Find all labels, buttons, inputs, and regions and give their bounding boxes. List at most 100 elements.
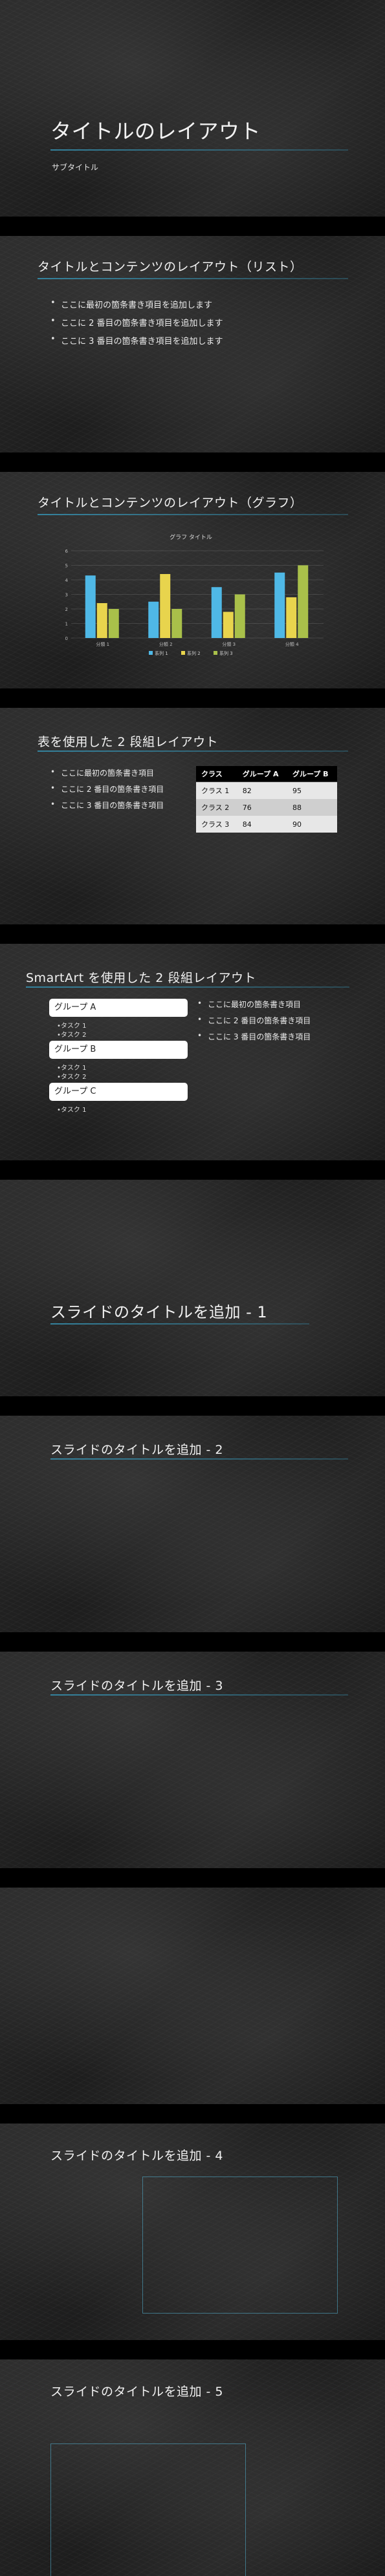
smartart-task: タスク 1 bbox=[57, 1104, 87, 1114]
slide-title: スライドのタイトルを追加 - 1 bbox=[50, 1303, 268, 1321]
bar bbox=[108, 609, 119, 638]
y-tick-label: 5 bbox=[65, 564, 68, 569]
table-cell: 90 bbox=[287, 816, 337, 833]
table-cell: クラス 3 bbox=[196, 816, 237, 833]
chart-title: グラフ タイトル bbox=[170, 533, 212, 541]
table-cell: クラス 1 bbox=[196, 782, 237, 799]
title-underline bbox=[38, 278, 348, 279]
legend-label: 系列 1 bbox=[155, 650, 168, 656]
title-underline bbox=[50, 149, 348, 151]
bar bbox=[223, 612, 234, 638]
bar bbox=[148, 601, 159, 638]
legend-swatch bbox=[181, 651, 185, 655]
smartart-group-a: グループ A bbox=[49, 999, 188, 1017]
slide-1: タイトルのレイアウト サブタイトル bbox=[0, 0, 385, 217]
table-cell: 95 bbox=[287, 782, 337, 799]
table-header: クラス bbox=[196, 766, 237, 782]
bar bbox=[298, 565, 309, 638]
table-row: クラス 1 82 95 bbox=[196, 782, 337, 799]
title-underline bbox=[50, 1458, 348, 1460]
bar bbox=[171, 609, 182, 638]
legend-label: 系列 2 bbox=[187, 650, 201, 656]
bullet-list: ここに最初の箇条書き項目を追加します ここに 2 番目の箇条書き項目を追加します… bbox=[50, 298, 223, 352]
table-cell: 88 bbox=[287, 799, 337, 816]
slide-4: 表を使用した 2 段組レイアウト ここに最初の箇条書き項目 ここに 2 番目の箇… bbox=[0, 708, 385, 924]
slide-2: タイトルとコンテンツのレイアウト（リスト） ここに最初の箇条書き項目を追加します… bbox=[0, 236, 385, 452]
bar bbox=[211, 587, 222, 638]
legend-swatch bbox=[149, 651, 153, 655]
slide-3: タイトルとコンテンツのレイアウト（グラフ） グラフ タイトル 分類 1 分類 2分… bbox=[0, 472, 385, 688]
smartart-task: タスク 2 bbox=[57, 1029, 87, 1039]
slide-title: SmartArt を使用した 2 段組レイアウト bbox=[26, 971, 256, 985]
x-tick-label: 分類 3 bbox=[222, 641, 236, 647]
bar bbox=[96, 603, 107, 638]
title-underline bbox=[26, 986, 349, 988]
table-cell: 84 bbox=[237, 816, 287, 833]
table-row: クラス 3 84 90 bbox=[196, 816, 337, 833]
data-table: クラス グループ A グループ B クラス 1 82 95 クラス 2 76 8… bbox=[196, 766, 337, 833]
slide-title: タイトルとコンテンツのレイアウト（リスト） bbox=[38, 260, 303, 274]
slide-6: スライドのタイトルを追加 - 1 bbox=[0, 1180, 385, 1396]
x-axis-labels: 分類 1 分類 2 分類 3 分類 4 bbox=[96, 641, 299, 647]
bar bbox=[286, 597, 297, 638]
bar bbox=[160, 574, 171, 638]
slide-7: スライドのタイトルを追加 - 2 bbox=[0, 1416, 385, 1632]
list-item: ここに 3 番目の箇条書き項目を追加します bbox=[50, 334, 223, 346]
slide-10: スライドのタイトルを追加 - 4 bbox=[0, 2124, 385, 2340]
table-header: グループ B bbox=[287, 766, 337, 782]
title-underline bbox=[38, 514, 348, 515]
slide-5: SmartArt を使用した 2 段組レイアウト グループ A タスク 1 タス… bbox=[0, 944, 385, 1160]
table-cell: 76 bbox=[237, 799, 287, 816]
list-item: ここに最初の箇条書き項目を追加します bbox=[50, 298, 223, 310]
title-underline bbox=[38, 750, 348, 752]
smartart-group-b: グループ B bbox=[49, 1041, 188, 1059]
y-axis-labels: 0 1 2 3 4 5 6 bbox=[65, 549, 69, 641]
slide-title: スライドのタイトルを追加 - 3 bbox=[50, 1679, 224, 1693]
slide-9 bbox=[0, 1888, 385, 2104]
slide-title: スライドのタイトルを追加 - 4 bbox=[50, 2149, 224, 2163]
y-tick-label: 2 bbox=[65, 607, 68, 612]
list-item: ここに 2 番目の箇条書き項目を追加します bbox=[50, 316, 223, 328]
list-item: ここに最初の箇条書き項目 bbox=[197, 999, 311, 1010]
table-header-row: クラス グループ A グループ B bbox=[196, 766, 337, 782]
list-item: ここに最初の箇条書き項目 bbox=[50, 767, 164, 778]
x-tick-label: 分類 2 bbox=[159, 641, 173, 647]
legend-swatch bbox=[214, 651, 217, 655]
list-item: ここに 2 番目の箇条書き項目 bbox=[50, 783, 164, 794]
y-tick-label: 0 bbox=[65, 636, 68, 641]
chart-legend: 系列 1 系列 2 系列 3 bbox=[149, 650, 233, 656]
table-cell: クラス 2 bbox=[196, 799, 237, 816]
legend-label: 系列 3 bbox=[219, 650, 233, 656]
content-placeholder-frame bbox=[142, 2177, 338, 2314]
bars bbox=[85, 565, 309, 638]
bullet-list: ここに最初の箇条書き項目 ここに 2 番目の箇条書き項目 ここに 3 番目の箇条… bbox=[197, 999, 311, 1047]
slide-title: タイトルのレイアウト bbox=[50, 119, 261, 144]
list-item: ここに 2 番目の箇条書き項目 bbox=[197, 1015, 311, 1026]
slide-title: スライドのタイトルを追加 - 5 bbox=[50, 2385, 224, 2399]
bar bbox=[85, 575, 96, 638]
title-underline bbox=[50, 1694, 348, 1696]
table-header: グループ A bbox=[237, 766, 287, 782]
y-tick-label: 6 bbox=[65, 549, 69, 554]
x-tick-label: 分類 1 bbox=[96, 641, 109, 647]
y-tick-label: 4 bbox=[65, 578, 69, 583]
y-tick-label: 1 bbox=[65, 622, 68, 627]
slide-title: タイトルとコンテンツのレイアウト（グラフ） bbox=[38, 496, 303, 510]
smartart-group-c: グループ C bbox=[49, 1083, 188, 1101]
smartart-task: タスク 2 bbox=[57, 1071, 87, 1081]
slide-subtitle: サブタイトル bbox=[52, 163, 99, 172]
x-tick-label: 分類 4 bbox=[285, 641, 299, 647]
slide-title: 表を使用した 2 段組レイアウト bbox=[38, 735, 219, 749]
y-tick-label: 3 bbox=[65, 593, 68, 598]
bullet-list: ここに最初の箇条書き項目 ここに 2 番目の箇条書き項目 ここに 3 番目の箇条… bbox=[50, 767, 164, 816]
slide-11: スライドのタイトルを追加 - 5 bbox=[0, 2359, 385, 2576]
smartart-task: タスク 1 bbox=[57, 1020, 87, 1030]
table-row: クラス 2 76 88 bbox=[196, 799, 337, 816]
slide-title: スライドのタイトルを追加 - 2 bbox=[50, 1443, 224, 1457]
bar bbox=[274, 572, 285, 638]
list-item: ここに 3 番目の箇条書き項目 bbox=[197, 1031, 311, 1042]
table-cell: 82 bbox=[237, 782, 287, 799]
list-item: ここに 3 番目の箇条書き項目 bbox=[50, 800, 164, 811]
slide-8: スライドのタイトルを追加 - 3 bbox=[0, 1652, 385, 1868]
smartart-task: タスク 1 bbox=[57, 1062, 87, 1072]
